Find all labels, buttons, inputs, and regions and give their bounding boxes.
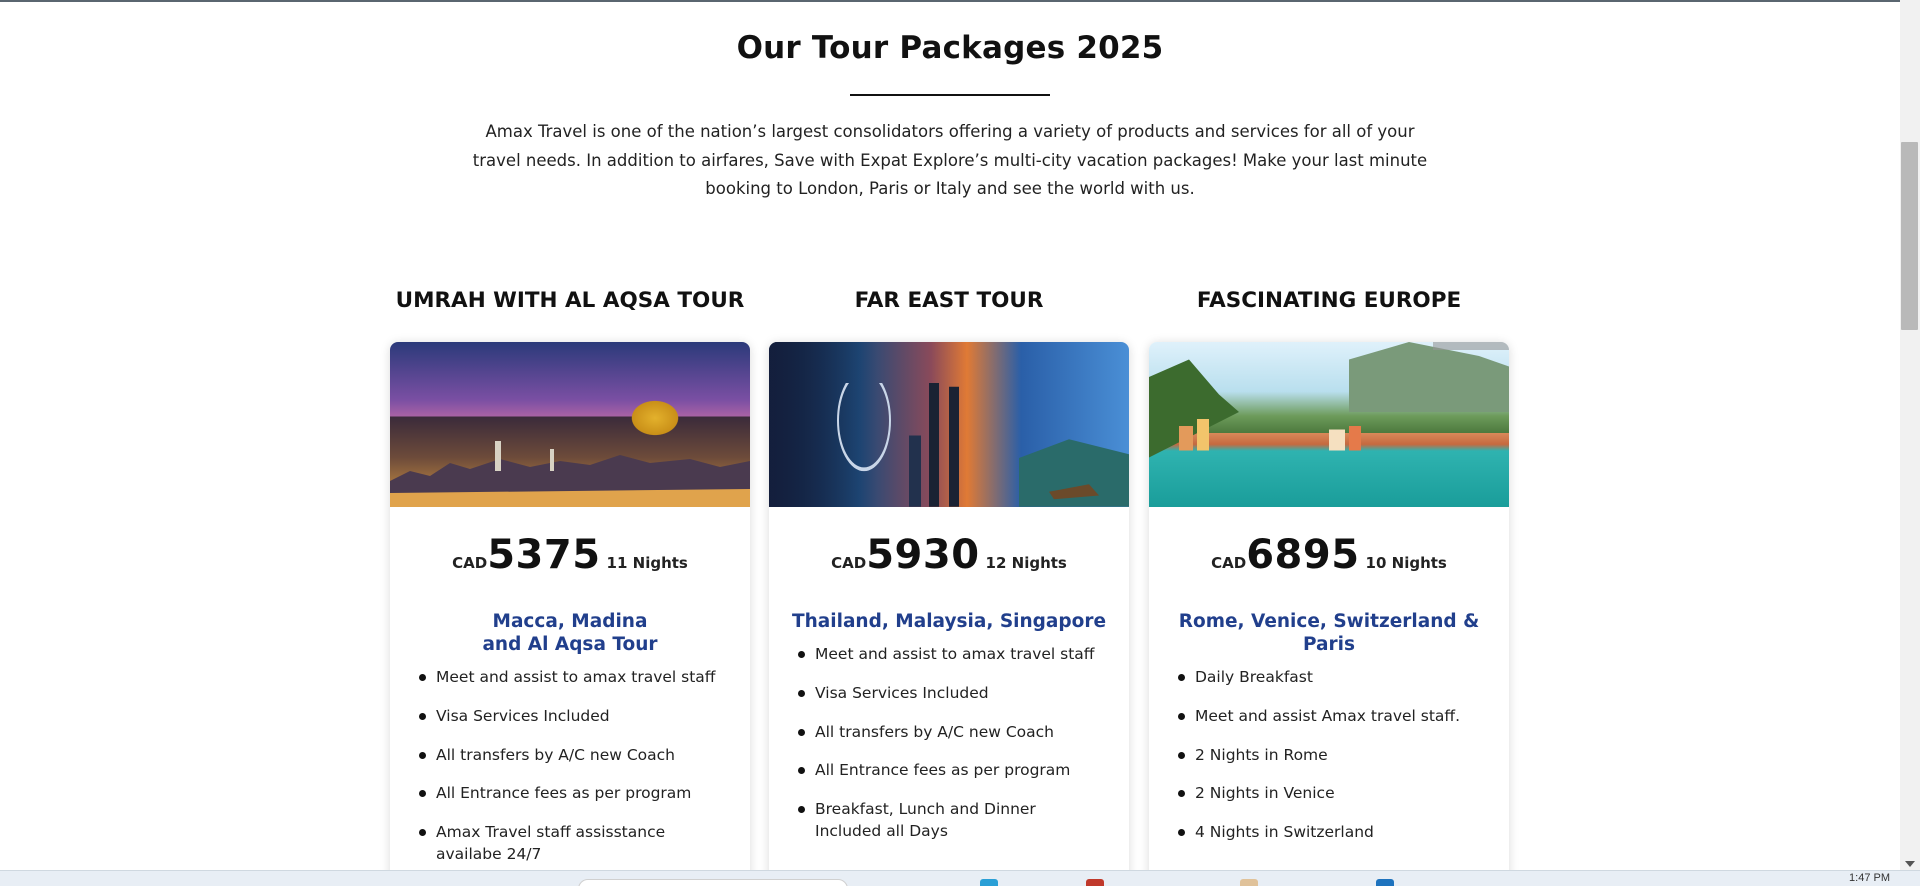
- feature-text: Amax Travel staff assisstance availabe 2…: [436, 823, 666, 864]
- price-row: CAD6895 10 Nights: [1149, 532, 1509, 578]
- package-card[interactable]: CAD6895 10 Nights Rome, Venice, Switzerla…: [1149, 342, 1509, 870]
- feature-item: Visa Services Included: [415, 705, 725, 727]
- package-card[interactable]: CAD5930 12 Nights Thailand, Malaysia, Sin…: [769, 342, 1129, 870]
- bullet-icon: [419, 674, 426, 681]
- feature-text: 2 Nights in Rome: [1195, 745, 1328, 764]
- package-image[interactable]: [1149, 342, 1509, 507]
- feature-text: Meet and assist to amax travel staff: [436, 668, 716, 686]
- feature-text: All transfers by A/C new Coach: [436, 745, 675, 764]
- bullet-icon: [419, 712, 426, 720]
- currency-label: CAD: [831, 554, 867, 572]
- feature-text: Breakfast, Lunch and Dinner Included all…: [815, 800, 1036, 841]
- feature-item: Visa Services Included: [794, 682, 1104, 704]
- feature-item: Meet and assist to amax travel staff: [794, 643, 1104, 665]
- feature-text: Visa Services Included: [815, 683, 989, 702]
- intro-paragraph: Amax Travel is one of the nation’s large…: [472, 122, 1428, 198]
- destination-line: and Al Aqsa Tour: [482, 634, 658, 655]
- feature-text: Visa Services Included: [436, 706, 610, 725]
- destination-title[interactable]: Rome, Venice, Switzerland & Paris: [1169, 610, 1489, 656]
- bullet-icon: [1178, 751, 1185, 759]
- feature-item: Daily Breakfast: [1174, 666, 1484, 688]
- feature-item: 2 Nights in Rome: [1174, 744, 1484, 766]
- scroll-down-arrow-icon[interactable]: [1905, 861, 1915, 867]
- feature-item: All Entrance fees as per program: [794, 759, 1104, 781]
- package-title[interactable]: UMRAH WITH AL AQSA TOUR: [390, 288, 750, 313]
- package-title[interactable]: FAR EAST TOUR: [769, 288, 1129, 313]
- destination-title[interactable]: Thailand, Malaysia, Singapore: [789, 610, 1109, 633]
- feature-item: Meet and assist to amax travel staff: [415, 666, 725, 688]
- price-amount: 6895: [1246, 532, 1360, 578]
- bullet-icon: [798, 651, 805, 658]
- bullet-icon: [1178, 790, 1185, 798]
- bullet-icon: [419, 829, 426, 837]
- feature-text: 4 Nights in Switzerland: [1195, 823, 1374, 842]
- page-content: Our Tour Packages 2025 Amax Travel is on…: [0, 0, 1900, 870]
- package-title[interactable]: FASCINATING EUROPE: [1149, 288, 1509, 313]
- nights-label: 11 Nights: [606, 554, 688, 572]
- price-row: CAD5930 12 Nights: [769, 532, 1129, 578]
- destination-line: Macca, Madina: [492, 611, 648, 632]
- scrollbar-thumb[interactable]: [1901, 142, 1918, 330]
- package-image[interactable]: [390, 342, 750, 507]
- package-image[interactable]: [769, 342, 1129, 507]
- feature-list: Daily Breakfast Meet and assist Amax tra…: [1174, 666, 1484, 860]
- bullet-icon: [1178, 829, 1185, 837]
- price-row: CAD5375 11 Nights: [390, 532, 750, 578]
- bullet-icon: [419, 790, 426, 798]
- feature-item: 2 Nights in Venice: [1174, 782, 1484, 804]
- destination-line: Rome, Venice, Switzerland &: [1178, 611, 1480, 632]
- feature-text: All transfers by A/C new Coach: [815, 722, 1054, 741]
- app-icon[interactable]: [1376, 879, 1394, 886]
- feature-item: All Entrance fees as per program: [415, 782, 725, 804]
- bullet-icon: [798, 767, 805, 775]
- bullet-icon: [419, 751, 426, 759]
- feature-item: All transfers by A/C new Coach: [415, 744, 725, 766]
- price-amount: 5375: [487, 532, 601, 578]
- bullet-icon: [798, 728, 805, 736]
- destination-line: Paris: [1302, 634, 1356, 655]
- nights-label: 10 Nights: [1365, 554, 1447, 572]
- destination-title[interactable]: Macca, Madina and Al Aqsa Tour: [410, 610, 730, 656]
- feature-item: Breakfast, Lunch and Dinner Included all…: [794, 798, 1104, 842]
- currency-label: CAD: [452, 554, 488, 572]
- feature-item: Amax Travel staff assisstance availabe 2…: [415, 821, 725, 865]
- price-amount: 5930: [866, 532, 980, 578]
- taskbar-search-box[interactable]: [578, 879, 848, 886]
- feature-list: Meet and assist to amax travel staff Vis…: [794, 643, 1104, 859]
- feature-item: Meet and assist Amax travel staff.: [1174, 705, 1484, 727]
- vertical-scrollbar[interactable]: [1900, 0, 1920, 870]
- edge-browser-icon[interactable]: [980, 879, 998, 886]
- feature-text: Meet and assist Amax travel staff.: [1195, 706, 1461, 725]
- app-icon[interactable]: [1240, 879, 1258, 886]
- package-card[interactable]: CAD5375 11 Nights Macca, Madina and Al Aq…: [390, 342, 750, 870]
- lake-village-graphic: [1149, 342, 1509, 458]
- destination-line: Thailand, Malaysia, Singapore: [791, 611, 1107, 632]
- currency-label: CAD: [1211, 554, 1247, 572]
- feature-text: All Entrance fees as per program: [436, 784, 692, 803]
- bullet-icon: [1178, 674, 1185, 681]
- city-skyline-graphic: [837, 383, 1129, 507]
- feature-text: 2 Nights in Venice: [1195, 784, 1335, 803]
- city-skyline-graphic: [390, 441, 750, 507]
- feature-item: All transfers by A/C new Coach: [794, 721, 1104, 743]
- feature-text: Daily Breakfast: [1195, 668, 1313, 686]
- feature-text: All Entrance fees as per program: [815, 761, 1071, 780]
- image-credit-tag: [1433, 342, 1509, 350]
- nights-label: 12 Nights: [985, 554, 1067, 572]
- section-heading: Our Tour Packages 2025: [736, 30, 1164, 66]
- os-taskbar: 1:47 PM: [0, 870, 1920, 886]
- feature-text: Meet and assist to amax travel staff: [815, 645, 1095, 663]
- bullet-icon: [798, 689, 805, 697]
- feature-item: 4 Nights in Switzerland: [1174, 821, 1484, 843]
- bullet-icon: [1178, 712, 1185, 720]
- feature-list: Meet and assist to amax travel staff Vis…: [415, 666, 725, 870]
- heading-divider: [850, 94, 1050, 96]
- taskbar-clock[interactable]: 1:47 PM: [1849, 872, 1890, 884]
- app-icon[interactable]: [1086, 879, 1104, 886]
- bullet-icon: [798, 806, 805, 814]
